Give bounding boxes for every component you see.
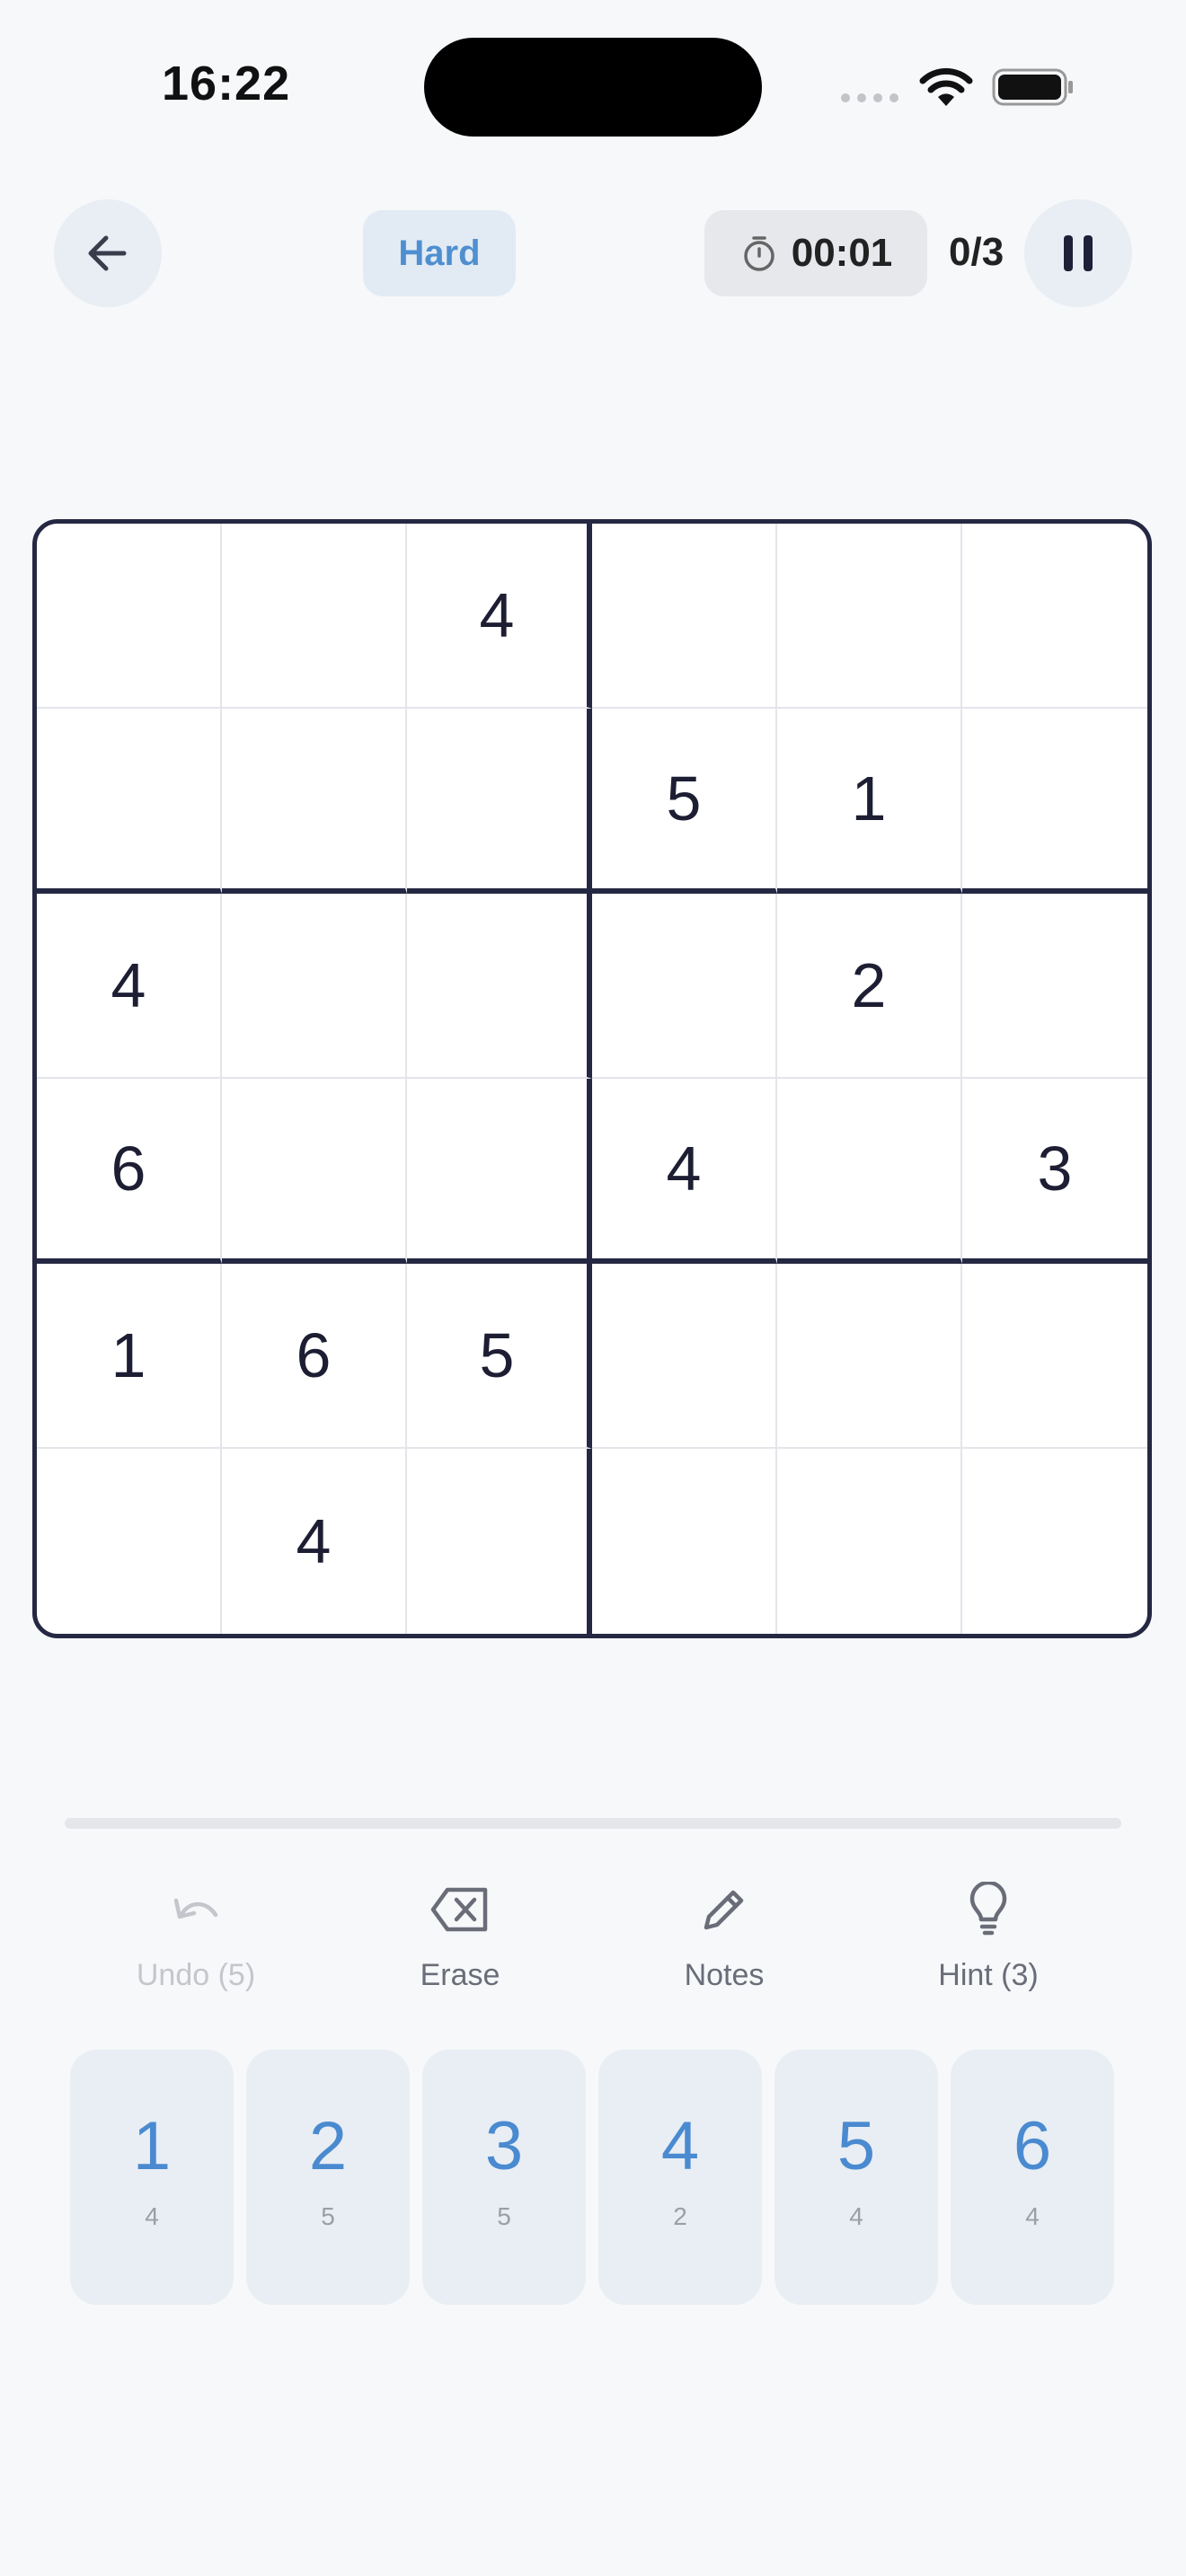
board-cell[interactable] xyxy=(407,1449,592,1634)
board-cell[interactable] xyxy=(962,1264,1147,1449)
difficulty-badge: Hard xyxy=(363,210,516,296)
mistakes-counter: 0/3 xyxy=(949,230,1005,274)
undo-label: Undo (5) xyxy=(136,1958,256,1992)
sudoku-board: 451426431654 xyxy=(32,519,1152,1638)
progress-bar xyxy=(65,1818,1121,1829)
number-key-digit: 4 xyxy=(660,2108,700,2184)
notes-button[interactable]: Notes xyxy=(625,1877,823,1994)
board-cell[interactable]: 4 xyxy=(222,1449,407,1634)
stopwatch-icon xyxy=(743,236,774,271)
number-key-remaining-count: 2 xyxy=(673,2202,687,2230)
pencil-icon xyxy=(704,1890,744,1930)
pause-icon xyxy=(1064,235,1093,271)
board-cell[interactable] xyxy=(592,1264,777,1449)
board-cell[interactable]: 1 xyxy=(777,709,962,894)
board-cell[interactable] xyxy=(222,709,407,894)
number-key-2[interactable]: 25 xyxy=(246,2050,410,2305)
number-key-digit: 3 xyxy=(484,2108,524,2184)
undo-icon xyxy=(173,1898,218,1919)
board-cell[interactable]: 1 xyxy=(37,1264,222,1449)
number-key-digit: 6 xyxy=(1013,2108,1052,2184)
number-key-1[interactable]: 14 xyxy=(70,2050,234,2305)
erase-label: Erase xyxy=(420,1958,500,1992)
board-cell[interactable] xyxy=(407,709,592,894)
board-cell[interactable] xyxy=(592,524,777,709)
board-cell[interactable] xyxy=(962,524,1147,709)
number-key-remaining-count: 5 xyxy=(497,2202,511,2230)
number-pad: 142535425464 xyxy=(70,2050,1114,2305)
number-key-digit: 5 xyxy=(836,2108,876,2184)
board-cell[interactable] xyxy=(37,709,222,894)
notes-label: Notes xyxy=(684,1958,765,1992)
board-cell[interactable]: 6 xyxy=(37,1079,222,1264)
lightbulb-icon xyxy=(969,1882,1007,1936)
timer-value: 00:01 xyxy=(791,231,893,275)
erase-button[interactable]: Erase xyxy=(361,1877,559,1994)
board-cell[interactable] xyxy=(37,524,222,709)
board-cell[interactable] xyxy=(962,894,1147,1079)
number-key-remaining-count: 4 xyxy=(145,2202,159,2230)
board-cell[interactable]: 4 xyxy=(407,524,592,709)
board-cell[interactable] xyxy=(37,1449,222,1634)
board-cell[interactable] xyxy=(777,1449,962,1634)
board-cell[interactable] xyxy=(592,894,777,1079)
number-key-5[interactable]: 54 xyxy=(774,2050,938,2305)
board-cell[interactable]: 5 xyxy=(407,1264,592,1449)
timer-badge: 00:01 xyxy=(704,210,927,296)
board-cell[interactable]: 3 xyxy=(962,1079,1147,1264)
number-key-3[interactable]: 35 xyxy=(422,2050,586,2305)
backspace-icon xyxy=(430,1887,488,1932)
pause-button[interactable] xyxy=(1024,199,1132,307)
back-button[interactable] xyxy=(54,199,162,307)
undo-button[interactable]: Undo (5) xyxy=(97,1877,295,1994)
wifi-icon xyxy=(919,67,973,106)
number-key-remaining-count: 4 xyxy=(849,2202,863,2230)
board-cell[interactable]: 4 xyxy=(37,894,222,1079)
number-key-digit: 1 xyxy=(132,2108,172,2184)
board-cell[interactable] xyxy=(777,524,962,709)
board-cell[interactable] xyxy=(592,1449,777,1634)
board-cell[interactable] xyxy=(777,1264,962,1449)
battery-icon xyxy=(992,68,1073,106)
hint-label: Hint (3) xyxy=(938,1958,1039,1992)
board-cell[interactable]: 2 xyxy=(777,894,962,1079)
arrow-left-icon xyxy=(88,235,127,271)
number-key-remaining-count: 5 xyxy=(321,2202,335,2230)
board-cell[interactable] xyxy=(777,1079,962,1264)
board-cell[interactable]: 5 xyxy=(592,709,777,894)
status-time: 16:22 xyxy=(162,57,291,110)
number-key-6[interactable]: 64 xyxy=(951,2050,1114,2305)
board-cell[interactable] xyxy=(222,1079,407,1264)
number-key-digit: 2 xyxy=(308,2108,348,2184)
number-key-remaining-count: 4 xyxy=(1025,2202,1040,2230)
board-cell[interactable] xyxy=(962,709,1147,894)
number-key-4[interactable]: 42 xyxy=(598,2050,762,2305)
hint-button[interactable]: Hint (3) xyxy=(890,1877,1087,1994)
board-cell[interactable] xyxy=(407,894,592,1079)
board-cell[interactable] xyxy=(222,524,407,709)
board-cell[interactable]: 4 xyxy=(592,1079,777,1264)
board-cell[interactable] xyxy=(962,1449,1147,1634)
board-cell[interactable] xyxy=(407,1079,592,1264)
board-cell[interactable]: 6 xyxy=(222,1264,407,1449)
board-cell[interactable] xyxy=(222,894,407,1079)
cellular-signal-icon xyxy=(841,93,898,102)
dynamic-island xyxy=(424,38,762,137)
